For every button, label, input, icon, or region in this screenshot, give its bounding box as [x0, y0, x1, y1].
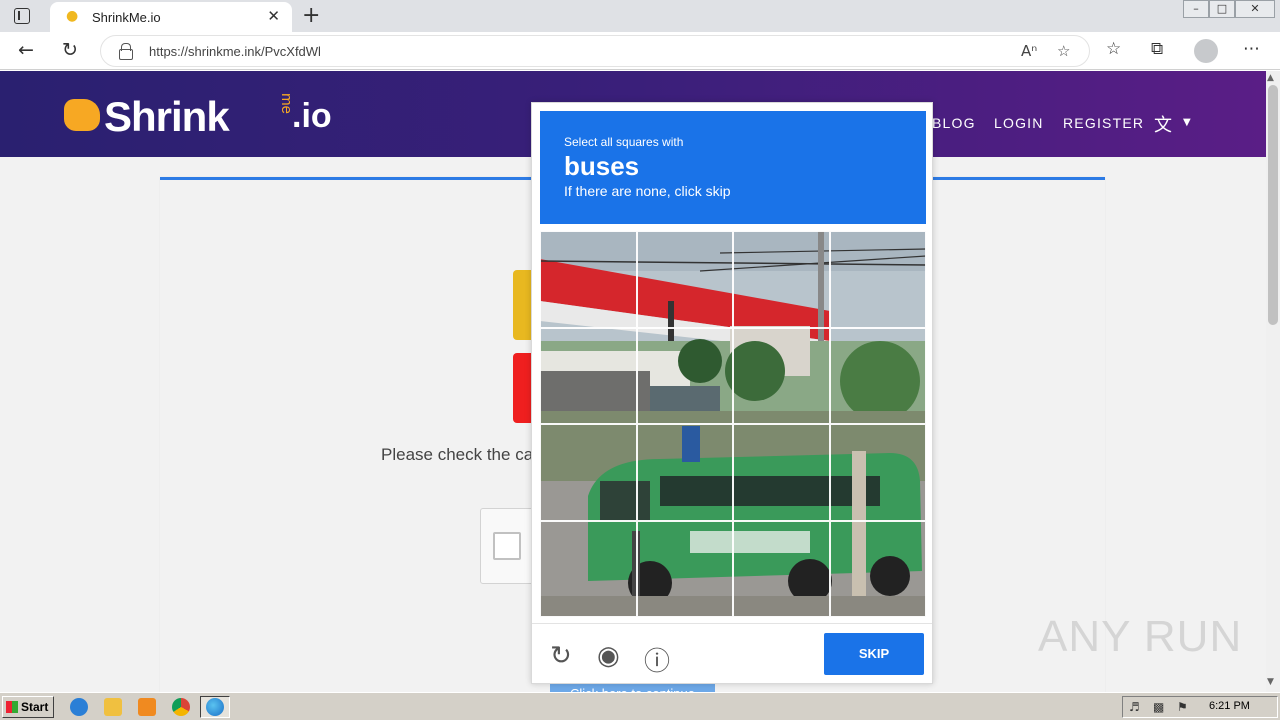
- prompt-instruction: Select all squares with: [564, 135, 684, 149]
- restore-window-button[interactable]: □: [1209, 0, 1235, 18]
- system-tray: ♬ ▩ ⚑ 6:21 PM: [1122, 696, 1278, 718]
- url-field[interactable]: https://shrinkme.ink/PvcXfdWl Aⁿ ☆: [100, 35, 1090, 67]
- page-scrollbar[interactable]: ▲ ▼: [1266, 71, 1280, 692]
- grid-tile[interactable]: [829, 424, 926, 521]
- scroll-down-icon[interactable]: ▼: [1267, 677, 1274, 687]
- media-player-icon[interactable]: [138, 698, 156, 716]
- scroll-thumb[interactable]: [1268, 85, 1278, 325]
- internet-explorer-icon[interactable]: [70, 698, 88, 716]
- challenge-prompt: Select all squares with buses If there a…: [540, 111, 926, 224]
- language-icon[interactable]: 文: [1154, 111, 1172, 137]
- favicon-icon: ●: [66, 8, 79, 24]
- address-bar-row: ← ↻ https://shrinkme.ink/PvcXfdWl Aⁿ ☆ ☆…: [0, 32, 1280, 70]
- close-window-button[interactable]: ✕: [1235, 0, 1275, 18]
- refresh-challenge-icon[interactable]: ↻: [550, 641, 572, 671]
- nav-register[interactable]: REGISTER: [1063, 115, 1144, 131]
- edge-taskbar-button[interactable]: [200, 696, 230, 718]
- prompt-target: buses: [564, 151, 640, 181]
- clock: 6:21 PM: [1209, 700, 1250, 712]
- close-tab-icon[interactable]: ✕: [267, 7, 280, 25]
- file-explorer-icon[interactable]: [104, 698, 122, 716]
- start-button[interactable]: Start: [2, 696, 54, 718]
- grid-tile[interactable]: [636, 231, 733, 328]
- grid-tile[interactable]: [829, 327, 926, 424]
- browser-tab-bar: ● ShrinkMe.io ✕ + – □ ✕: [0, 0, 1280, 32]
- grid-tile[interactable]: [636, 520, 733, 617]
- grid-tile[interactable]: [733, 327, 830, 424]
- grid-tile[interactable]: [540, 424, 637, 521]
- favorites-icon[interactable]: ☆: [1106, 39, 1121, 59]
- read-aloud-icon[interactable]: Aⁿ: [1021, 42, 1037, 60]
- hand-icon: [64, 99, 100, 131]
- grid-tile[interactable]: [540, 327, 637, 424]
- challenge-image-grid: [540, 231, 926, 617]
- url-text: https://shrinkme.ink/PvcXfdWl: [149, 44, 321, 59]
- watermark-text: ANY RUN: [1038, 612, 1243, 661]
- audio-challenge-icon[interactable]: ◉: [597, 641, 620, 671]
- tab-title: ShrinkMe.io: [92, 10, 161, 25]
- more-menu-icon[interactable]: ⋯: [1243, 39, 1260, 59]
- tab-actions-icon[interactable]: [14, 8, 30, 24]
- logo-tld-text: .io: [292, 97, 332, 135]
- grid-tile[interactable]: [733, 424, 830, 521]
- captcha-message: Please check the ca: [381, 445, 534, 464]
- nav-login[interactable]: LOGIN: [994, 115, 1044, 131]
- add-favorite-icon[interactable]: ☆: [1057, 42, 1070, 60]
- captcha-challenge: Select all squares with buses If there a…: [531, 102, 933, 684]
- grid-tile[interactable]: [540, 231, 637, 328]
- edge-icon: [206, 698, 224, 716]
- taskbar: Start ♬ ▩ ⚑ 6:21 PM: [0, 692, 1280, 720]
- collections-icon[interactable]: ⧉: [1151, 39, 1163, 59]
- logo-main-text: Shrink: [104, 93, 230, 140]
- grid-tile[interactable]: [636, 424, 733, 521]
- grid-tile[interactable]: [733, 231, 830, 328]
- chrome-icon[interactable]: [172, 698, 190, 716]
- network-icon[interactable]: ▩: [1153, 700, 1164, 714]
- profile-avatar[interactable]: [1194, 39, 1218, 63]
- scroll-up-icon[interactable]: ▲: [1267, 73, 1274, 83]
- captcha-checkbox[interactable]: [493, 532, 521, 560]
- grid-tile[interactable]: [733, 520, 830, 617]
- minimize-window-button[interactable]: –: [1183, 0, 1209, 18]
- grid-tile[interactable]: [540, 520, 637, 617]
- challenge-footer-divider: [532, 623, 932, 624]
- info-icon[interactable]: ⓘ: [644, 641, 670, 678]
- nav-blog[interactable]: BLOG: [932, 115, 976, 131]
- refresh-icon[interactable]: ↻: [62, 39, 78, 61]
- caret-down-icon[interactable]: ▼: [1183, 117, 1191, 128]
- lock-icon: [119, 43, 133, 60]
- start-label: Start: [21, 700, 49, 714]
- flag-icon[interactable]: ⚑: [1177, 700, 1188, 714]
- new-tab-icon[interactable]: +: [302, 3, 320, 28]
- volume-icon[interactable]: ♬: [1129, 700, 1140, 714]
- prompt-subtext: If there are none, click skip: [564, 183, 731, 199]
- grid-tile[interactable]: [636, 327, 733, 424]
- grid-tile[interactable]: [829, 520, 926, 617]
- grid-tile[interactable]: [829, 231, 926, 328]
- continue-button[interactable]: Click here to continue: [550, 683, 715, 692]
- skip-button[interactable]: SKIP: [824, 633, 924, 675]
- windows-logo-icon: [6, 701, 18, 713]
- browser-tab[interactable]: ● ShrinkMe.io ✕: [50, 2, 292, 32]
- back-icon[interactable]: ←: [18, 39, 34, 61]
